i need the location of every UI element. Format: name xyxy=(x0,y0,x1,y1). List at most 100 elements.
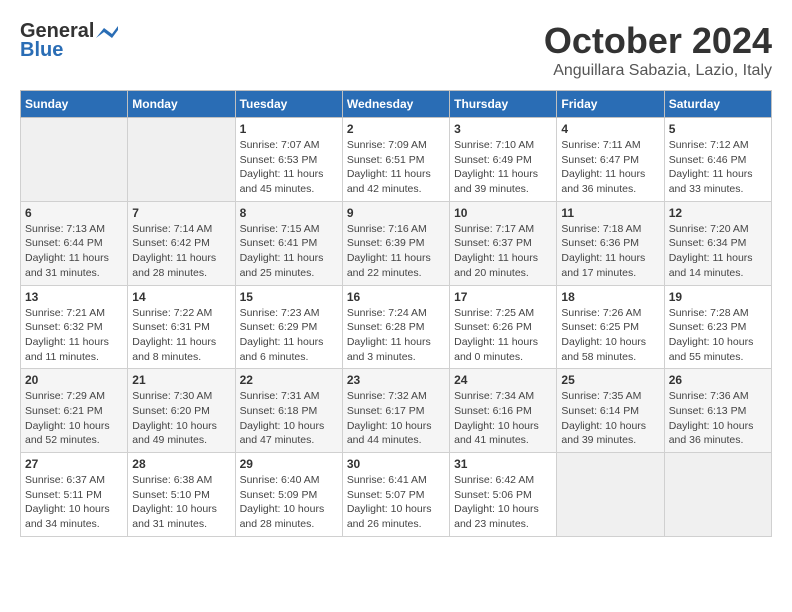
day-info: Sunrise: 7:13 AMSunset: 6:44 PMDaylight:… xyxy=(25,222,123,281)
weekday-header-monday: Monday xyxy=(128,91,235,118)
day-info: Sunrise: 7:24 AMSunset: 6:28 PMDaylight:… xyxy=(347,306,445,365)
day-number: 1 xyxy=(240,122,338,136)
day-number: 16 xyxy=(347,290,445,304)
calendar-cell: 2 Sunrise: 7:09 AMSunset: 6:51 PMDaylight… xyxy=(342,118,449,202)
day-number: 26 xyxy=(669,373,767,387)
calendar-cell: 26 Sunrise: 7:36 AMSunset: 6:13 PMDayligh… xyxy=(664,369,771,453)
calendar-cell: 28 Sunrise: 6:38 AMSunset: 5:10 PMDayligh… xyxy=(128,453,235,537)
calendar-cell: 31Sunrise: 6:42 AMSunset: 5:06 PMDayligh… xyxy=(450,453,557,537)
calendar-cell: 29Sunrise: 6:40 AMSunset: 5:09 PMDayligh… xyxy=(235,453,342,537)
day-info: Sunrise: 7:25 AMSunset: 6:26 PMDaylight:… xyxy=(454,306,552,365)
calendar-cell: 10 Sunrise: 7:17 AMSunset: 6:37 PMDayligh… xyxy=(450,201,557,285)
day-info: Sunrise: 7:12 AMSunset: 6:46 PMDaylight:… xyxy=(669,138,767,197)
day-number: 19 xyxy=(669,290,767,304)
week-row-5: 27Sunrise: 6:37 AMSunset: 5:11 PMDayligh… xyxy=(21,453,772,537)
calendar-cell xyxy=(664,453,771,537)
calendar-cell xyxy=(21,118,128,202)
calendar-cell: 23Sunrise: 7:32 AMSunset: 6:17 PMDayligh… xyxy=(342,369,449,453)
weekday-header-friday: Friday xyxy=(557,91,664,118)
weekday-header-row: SundayMondayTuesdayWednesdayThursdayFrid… xyxy=(21,91,772,118)
day-number: 18 xyxy=(561,290,659,304)
calendar-cell: 21Sunrise: 7:30 AMSunset: 6:20 PMDayligh… xyxy=(128,369,235,453)
calendar-cell: 16 Sunrise: 7:24 AMSunset: 6:28 PMDayligh… xyxy=(342,285,449,369)
day-number: 8 xyxy=(240,206,338,220)
calendar-cell: 6 Sunrise: 7:13 AMSunset: 6:44 PMDaylight… xyxy=(21,201,128,285)
day-number: 7 xyxy=(132,206,230,220)
day-info: Sunrise: 6:38 AMSunset: 5:10 PMDaylight:… xyxy=(132,473,230,532)
day-info: Sunrise: 6:41 AMSunset: 5:07 PMDaylight:… xyxy=(347,473,445,532)
day-number: 2 xyxy=(347,122,445,136)
day-number: 20 xyxy=(25,373,123,387)
calendar-cell: 30 Sunrise: 6:41 AMSunset: 5:07 PMDayligh… xyxy=(342,453,449,537)
week-row-1: 1 Sunrise: 7:07 AMSunset: 6:53 PMDaylight… xyxy=(21,118,772,202)
calendar-cell: 18 Sunrise: 7:26 AMSunset: 6:25 PMDayligh… xyxy=(557,285,664,369)
day-info: Sunrise: 7:16 AMSunset: 6:39 PMDaylight:… xyxy=(347,222,445,281)
day-number: 23 xyxy=(347,373,445,387)
calendar-cell: 14 Sunrise: 7:22 AMSunset: 6:31 PMDayligh… xyxy=(128,285,235,369)
calendar-cell: 1 Sunrise: 7:07 AMSunset: 6:53 PMDaylight… xyxy=(235,118,342,202)
day-info: Sunrise: 7:26 AMSunset: 6:25 PMDaylight:… xyxy=(561,306,659,365)
calendar-cell: 7 Sunrise: 7:14 AMSunset: 6:42 PMDaylight… xyxy=(128,201,235,285)
calendar-cell: 4 Sunrise: 7:11 AMSunset: 6:47 PMDaylight… xyxy=(557,118,664,202)
day-info: Sunrise: 7:29 AMSunset: 6:21 PMDaylight:… xyxy=(25,389,123,448)
day-info: Sunrise: 7:34 AMSunset: 6:16 PMDaylight:… xyxy=(454,389,552,448)
logo-blue: Blue xyxy=(20,39,63,62)
day-info: Sunrise: 7:07 AMSunset: 6:53 PMDaylight:… xyxy=(240,138,338,197)
day-info: Sunrise: 7:23 AMSunset: 6:29 PMDaylight:… xyxy=(240,306,338,365)
calendar-cell: 20 Sunrise: 7:29 AMSunset: 6:21 PMDayligh… xyxy=(21,369,128,453)
calendar-cell: 19 Sunrise: 7:28 AMSunset: 6:23 PMDayligh… xyxy=(664,285,771,369)
logo-icon xyxy=(96,24,118,42)
day-info: Sunrise: 7:22 AMSunset: 6:31 PMDaylight:… xyxy=(132,306,230,365)
day-number: 30 xyxy=(347,457,445,471)
day-number: 10 xyxy=(454,206,552,220)
title-area: October 2024 Anguillara Sabazia, Lazio, … xyxy=(544,20,772,80)
calendar-cell xyxy=(557,453,664,537)
day-info: Sunrise: 6:42 AMSunset: 5:06 PMDaylight:… xyxy=(454,473,552,532)
calendar-cell: 5 Sunrise: 7:12 AMSunset: 6:46 PMDaylight… xyxy=(664,118,771,202)
day-info: Sunrise: 7:21 AMSunset: 6:32 PMDaylight:… xyxy=(25,306,123,365)
day-number: 9 xyxy=(347,206,445,220)
day-number: 6 xyxy=(25,206,123,220)
calendar-cell: 25 Sunrise: 7:35 AMSunset: 6:14 PMDayligh… xyxy=(557,369,664,453)
day-number: 25 xyxy=(561,373,659,387)
day-number: 3 xyxy=(454,122,552,136)
month-title: October 2024 xyxy=(544,20,772,62)
page-header: General Blue October 2024 Anguillara Sab… xyxy=(20,20,772,80)
calendar-cell: 8 Sunrise: 7:15 AMSunset: 6:41 PMDaylight… xyxy=(235,201,342,285)
day-info: Sunrise: 7:28 AMSunset: 6:23 PMDaylight:… xyxy=(669,306,767,365)
day-number: 14 xyxy=(132,290,230,304)
calendar-cell: 17 Sunrise: 7:25 AMSunset: 6:26 PMDayligh… xyxy=(450,285,557,369)
day-number: 15 xyxy=(240,290,338,304)
day-info: Sunrise: 7:18 AMSunset: 6:36 PMDaylight:… xyxy=(561,222,659,281)
day-info: Sunrise: 7:14 AMSunset: 6:42 PMDaylight:… xyxy=(132,222,230,281)
weekday-header-saturday: Saturday xyxy=(664,91,771,118)
day-info: Sunrise: 7:10 AMSunset: 6:49 PMDaylight:… xyxy=(454,138,552,197)
day-info: Sunrise: 7:31 AMSunset: 6:18 PMDaylight:… xyxy=(240,389,338,448)
logo: General Blue xyxy=(20,20,118,62)
calendar-cell: 9 Sunrise: 7:16 AMSunset: 6:39 PMDaylight… xyxy=(342,201,449,285)
day-number: 17 xyxy=(454,290,552,304)
day-number: 22 xyxy=(240,373,338,387)
weekday-header-wednesday: Wednesday xyxy=(342,91,449,118)
calendar-cell: 11 Sunrise: 7:18 AMSunset: 6:36 PMDayligh… xyxy=(557,201,664,285)
calendar-cell: 15 Sunrise: 7:23 AMSunset: 6:29 PMDayligh… xyxy=(235,285,342,369)
day-info: Sunrise: 7:15 AMSunset: 6:41 PMDaylight:… xyxy=(240,222,338,281)
day-number: 5 xyxy=(669,122,767,136)
calendar-cell: 12Sunrise: 7:20 AMSunset: 6:34 PMDayligh… xyxy=(664,201,771,285)
day-info: Sunrise: 7:09 AMSunset: 6:51 PMDaylight:… xyxy=(347,138,445,197)
calendar-cell: 3 Sunrise: 7:10 AMSunset: 6:49 PMDaylight… xyxy=(450,118,557,202)
day-number: 4 xyxy=(561,122,659,136)
week-row-4: 20 Sunrise: 7:29 AMSunset: 6:21 PMDayligh… xyxy=(21,369,772,453)
day-info: Sunrise: 7:11 AMSunset: 6:47 PMDaylight:… xyxy=(561,138,659,197)
day-number: 28 xyxy=(132,457,230,471)
weekday-header-tuesday: Tuesday xyxy=(235,91,342,118)
calendar-table: SundayMondayTuesdayWednesdayThursdayFrid… xyxy=(20,90,772,537)
day-info: Sunrise: 7:17 AMSunset: 6:37 PMDaylight:… xyxy=(454,222,552,281)
day-info: Sunrise: 7:35 AMSunset: 6:14 PMDaylight:… xyxy=(561,389,659,448)
calendar-cell: 13Sunrise: 7:21 AMSunset: 6:32 PMDayligh… xyxy=(21,285,128,369)
week-row-3: 13Sunrise: 7:21 AMSunset: 6:32 PMDayligh… xyxy=(21,285,772,369)
day-number: 11 xyxy=(561,206,659,220)
day-number: 29 xyxy=(240,457,338,471)
day-info: Sunrise: 7:36 AMSunset: 6:13 PMDaylight:… xyxy=(669,389,767,448)
weekday-header-thursday: Thursday xyxy=(450,91,557,118)
